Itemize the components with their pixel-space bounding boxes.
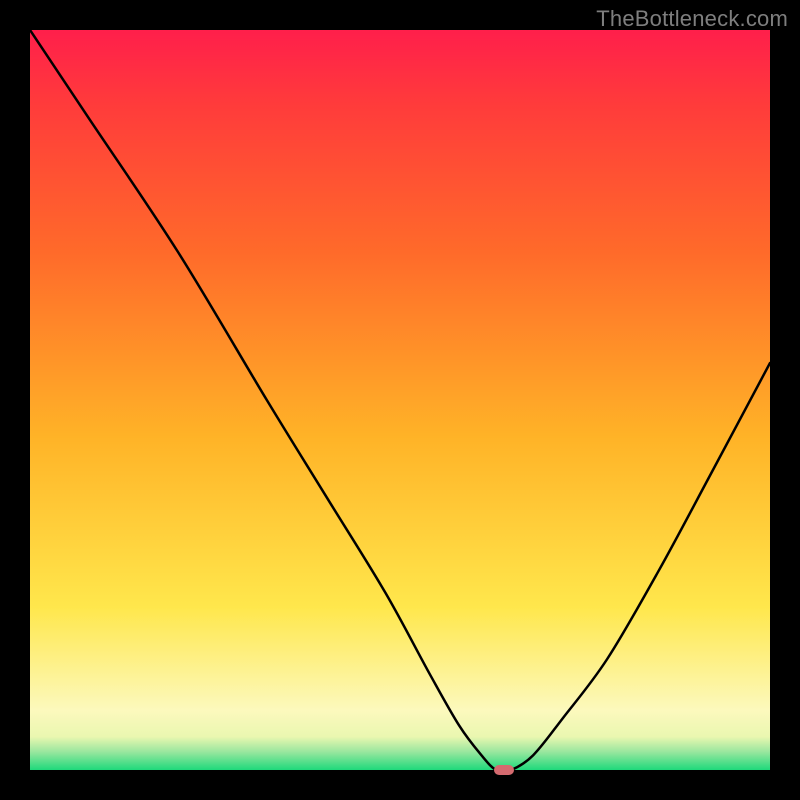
watermark-text: TheBottleneck.com	[596, 6, 788, 32]
bottleneck-curve	[30, 30, 770, 770]
chart-frame: TheBottleneck.com	[0, 0, 800, 800]
plot-area	[30, 30, 770, 770]
optimal-point-marker	[494, 765, 514, 775]
